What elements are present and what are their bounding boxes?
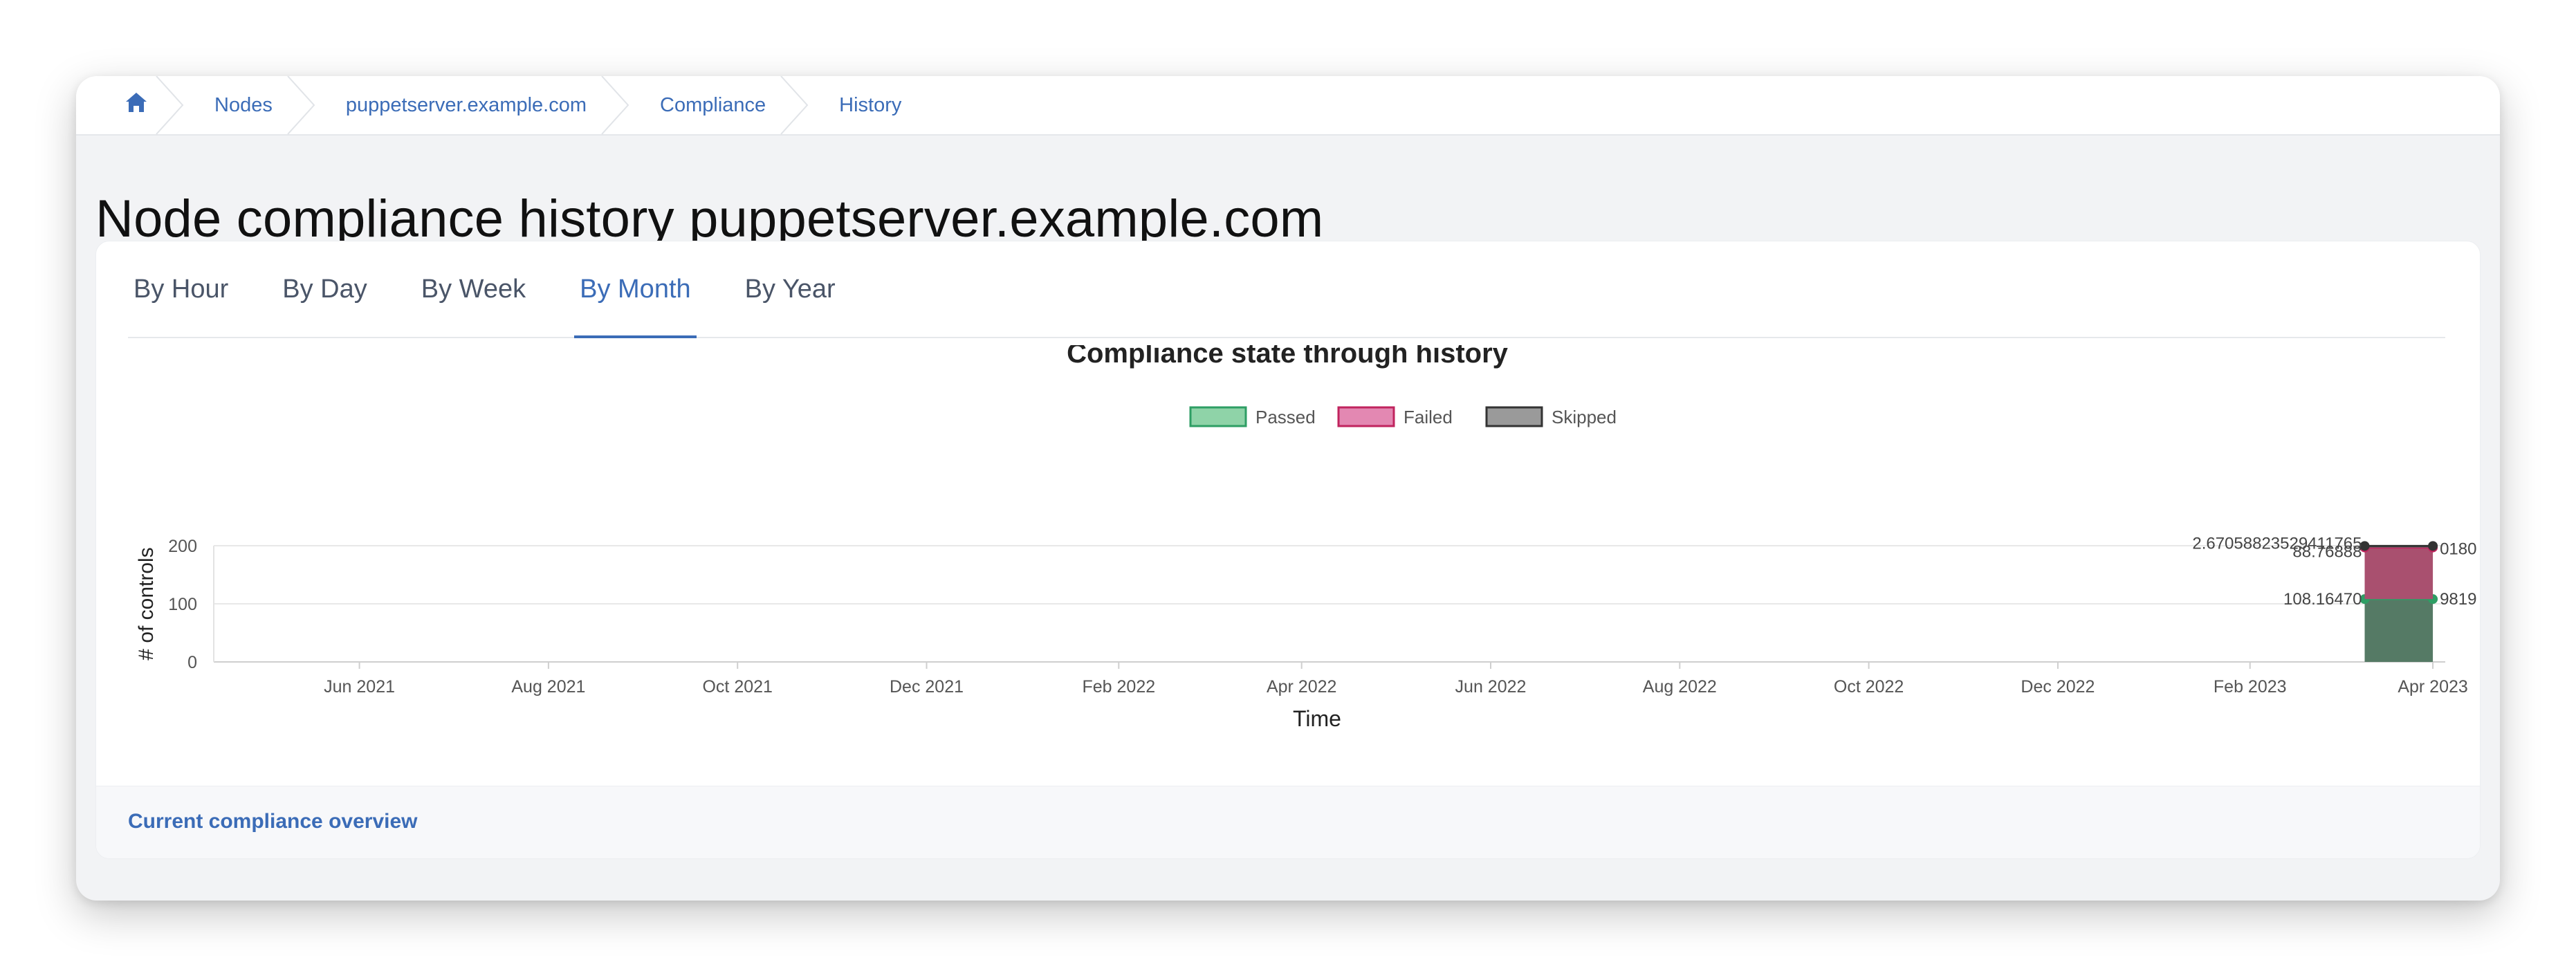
home-icon [125, 91, 148, 119]
x-tick-label: Feb 2023 [2214, 677, 2287, 696]
period-tabs: By Hour By Day By Week By Month By Year [128, 241, 2445, 338]
tab-label: By Week [421, 274, 526, 304]
area-passed [2364, 599, 2434, 662]
chart-container: Compliance state through history Passed Fa… [96, 338, 2480, 753]
breadcrumb-history[interactable]: History [806, 76, 941, 134]
tab-label: By Month [580, 274, 691, 304]
data-label-failed: 0180 [2440, 540, 2476, 559]
compliance-history-chart: Compliance state through history Passed Fa… [135, 338, 2476, 731]
data-label-skipped: 2.67058823529411765 [2192, 534, 2362, 553]
x-tick-label: Apr 2023 [2398, 677, 2467, 696]
x-tick-label: Dec 2021 [890, 677, 964, 696]
breadcrumb-compliance[interactable]: Compliance [627, 76, 809, 134]
x-tick-label: Aug 2022 [1643, 677, 1717, 696]
breadcrumb-label: puppetserver.example.com [345, 93, 587, 116]
tab-label: By Hour [134, 274, 229, 304]
legend-label-passed: Passed [1255, 407, 1316, 427]
breadcrumb: Nodes puppetserver.example.com Complianc… [76, 76, 2500, 136]
app-window: Nodes puppetserver.example.com Complianc… [76, 76, 2500, 901]
chart-title: Compliance state through history [1067, 345, 1509, 369]
breadcrumb-label: Nodes [214, 93, 273, 116]
x-tick-label: Apr 2022 [1267, 677, 1336, 696]
tab-label: By Day [282, 274, 367, 304]
tab-by-hour[interactable]: By Hour [128, 241, 234, 337]
x-tick-label: Aug 2021 [511, 677, 585, 696]
legend-label-failed: Failed [1404, 407, 1453, 427]
breadcrumb-label: Compliance [660, 93, 766, 116]
tab-by-month[interactable]: By Month [574, 241, 697, 338]
breadcrumb-nodes[interactable]: Nodes [181, 76, 315, 134]
x-tick-label: Feb 2022 [1083, 677, 1156, 696]
x-tick-label: Oct 2022 [1834, 677, 1904, 696]
x-axis-label: Time [1293, 706, 1341, 731]
tab-by-year[interactable]: By Year [739, 241, 841, 337]
x-tick-label: Oct 2021 [702, 677, 772, 696]
tab-by-day[interactable]: By Day [277, 241, 372, 337]
x-tick-label: Jun 2022 [1455, 677, 1527, 696]
legend-swatch-skipped [1485, 406, 1543, 427]
x-tick-label: Dec 2022 [2021, 677, 2095, 696]
page-title: Node compliance history puppetserver.exa… [95, 189, 1324, 248]
x-tick-label: Jun 2021 [324, 677, 395, 696]
y-tick-label: 100 [168, 595, 197, 614]
breadcrumb-node[interactable]: puppetserver.example.com [313, 76, 629, 134]
area-failed [2364, 547, 2434, 600]
y-tick-label: 200 [168, 537, 197, 556]
breadcrumb-label: History [839, 93, 902, 116]
breadcrumb-home[interactable] [76, 76, 184, 134]
tab-by-week[interactable]: By Week [416, 241, 531, 337]
current-compliance-link[interactable]: Current compliance overview [128, 810, 417, 833]
y-tick-label: 0 [187, 653, 197, 672]
legend-swatch-failed [1337, 406, 1395, 427]
legend-label-skipped: Skipped [1552, 407, 1617, 427]
data-label-passed: 9819 [2440, 590, 2476, 609]
card-footer: Current compliance overview [96, 786, 2480, 858]
legend-swatch-passed [1189, 406, 1247, 427]
history-card: By Hour By Day By Week By Month By Year … [95, 241, 2481, 859]
y-axis-label: # of controls [135, 547, 158, 660]
data-point-skipped [2428, 541, 2438, 551]
data-label-passed: 108.16470 [2283, 590, 2362, 609]
tab-label: By Year [744, 274, 836, 304]
